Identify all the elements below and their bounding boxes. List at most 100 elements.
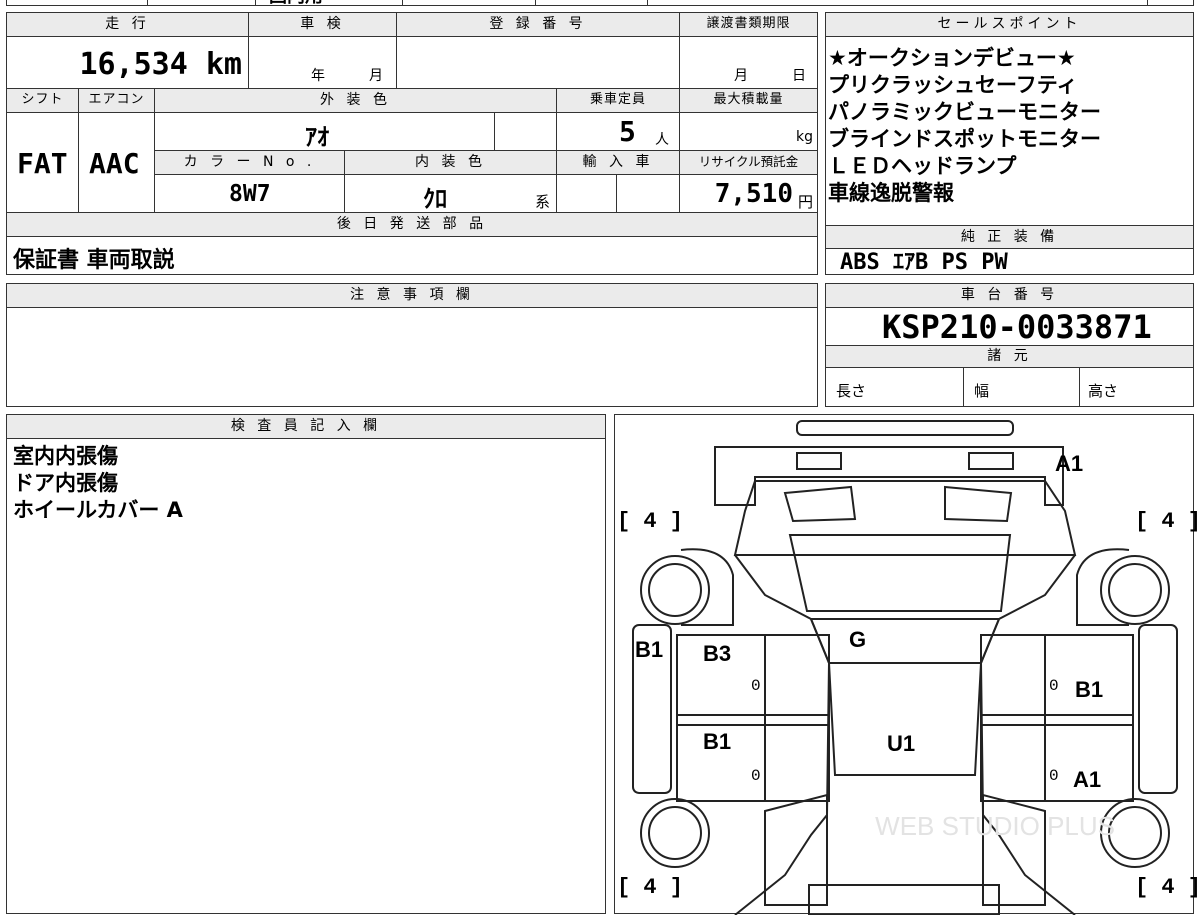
mileage-value: 16,534 km xyxy=(79,47,242,82)
mileage-header: 走 行 xyxy=(7,13,249,37)
door-zero-left-rear: 0 xyxy=(751,767,761,785)
spec-width-label: 幅 xyxy=(974,382,990,400)
sales-point-item: プリクラッシュセーフティ xyxy=(828,73,1078,97)
mileage-value-cell: 16,534 km xyxy=(7,37,249,89)
recycle-amount: 7,510 xyxy=(714,179,793,209)
inspector-notes-list: 室内内張傷 ドア内張傷 ホイールカバー A xyxy=(13,443,183,524)
import-value-cell-a xyxy=(557,175,617,213)
tire-front-left-value: 4 xyxy=(643,509,657,534)
chassis-panel: 車 台 番 号 KSP210-0033871 諸 元 長さ 幅 高さ xyxy=(825,283,1194,407)
recycle-header: リサイクル預託金 xyxy=(680,151,817,175)
max-load-header: 最大積載量 xyxy=(680,89,817,113)
import-header: 輸 入 車 xyxy=(557,151,680,175)
sales-point-item: パノラミックビューモニター xyxy=(828,100,1101,124)
standard-equipment-value: ABS ｴｱB PS PW xyxy=(840,250,1008,275)
exterior-color-header: 外 装 色 xyxy=(155,89,557,113)
registration-value-cell xyxy=(397,37,680,89)
code-roof: U1 xyxy=(887,731,916,756)
transfer-deadline-header: 譲渡書類期限 xyxy=(680,13,817,37)
spec-width-cell: 幅 xyxy=(964,368,1080,406)
sales-point-item: 車線逸脱警報 xyxy=(828,181,954,205)
aircon-header: エアコン xyxy=(79,89,155,113)
chassis-no-value-cell: KSP210-0033871 xyxy=(826,308,1193,346)
car-outline-diagram: WEB STUDIO PLUS xyxy=(632,420,1178,915)
code-right-rear-door: A1 xyxy=(1073,767,1102,792)
door-zero-right-front: 0 xyxy=(1049,677,1059,695)
tire-front-right-value: 4 xyxy=(1161,509,1175,534)
spec-height-label: 高さ xyxy=(1088,382,1119,400)
vehicle-diagram-panel: WEB STUDIO PLUS A1 G U1 B1 B3 B1 B1 A1 0… xyxy=(614,414,1200,915)
chassis-no-value: KSP210-0033871 xyxy=(882,308,1152,346)
door-zero-left-front: 0 xyxy=(751,677,761,695)
capacity-unit: 人 xyxy=(655,132,669,148)
deadline-day-unit: 日 xyxy=(792,68,806,84)
deadline-value-cell: 月 日 xyxy=(680,37,817,89)
sales-point-item: ブラインドスポットモニター xyxy=(828,127,1101,151)
interior-color-value-cell: ｸﾛ 系 xyxy=(345,175,557,213)
inspection-year-unit: 年 xyxy=(311,68,325,84)
tire-rear-right-value: 4 xyxy=(1161,875,1175,900)
deadline-month-unit: 月 xyxy=(734,68,748,84)
shift-value: FAT xyxy=(17,147,68,180)
inspector-header: 検 査 員 記 入 欄 xyxy=(7,415,605,439)
tire-rear-right: [ 4 ] xyxy=(1135,875,1200,900)
shift-value-cell: FAT xyxy=(7,113,79,213)
exterior-color-value-cell: ｱｵ xyxy=(155,113,495,151)
code-left-front-door: B3 xyxy=(703,641,732,666)
exterior-color-value: ｱｵ xyxy=(305,123,329,151)
door-zero-right-rear: 0 xyxy=(1049,767,1059,785)
spec-length-label: 長さ xyxy=(836,382,867,400)
code-right-front-door: B1 xyxy=(1075,677,1104,702)
interior-color-value: ｸﾛ xyxy=(423,185,447,213)
color-no-value: 8W7 xyxy=(229,181,271,207)
exterior-color-extra-cell xyxy=(495,113,557,151)
tire-front-left: [ 4 ] xyxy=(617,509,684,534)
color-no-header: カ ラ ー N o . xyxy=(155,151,345,175)
recycle-value-cell: 7,510 円 xyxy=(680,175,817,213)
inspector-note: ドア内張傷 xyxy=(13,471,118,495)
vehicle-info-table: 走 行 車 検 登 録 番 号 譲渡書類期限 16,534 km 年 月 月 日… xyxy=(6,12,818,275)
later-parts-header: 後 日 発 送 部 品 xyxy=(7,213,817,237)
inspection-header: 車 検 xyxy=(249,13,397,37)
color-no-value-cell: 8W7 xyxy=(155,175,345,213)
spec-length-cell: 長さ xyxy=(826,368,964,406)
specs-header: 諸 元 xyxy=(826,346,1193,368)
interior-color-header: 内 装 色 xyxy=(345,151,557,175)
chassis-no-header: 車 台 番 号 xyxy=(826,284,1193,308)
inspector-panel: 検 査 員 記 入 欄 室内内張傷 ドア内張傷 ホイールカバー A xyxy=(6,414,606,914)
sales-points-header: セールスポイント xyxy=(826,13,1193,37)
inspector-note: ホイールカバー A xyxy=(13,498,183,522)
aircon-value: AAC xyxy=(89,147,140,180)
notes-panel: 注 意 事 項 欄 xyxy=(6,283,818,407)
code-front-bumper: A1 xyxy=(1055,451,1084,476)
top-partial-text: 国内用 xyxy=(269,0,323,8)
sales-point-item: ★オークションデビュー★ xyxy=(828,46,1076,70)
tire-front-right: [ 4 ] xyxy=(1135,509,1200,534)
recycle-unit: 円 xyxy=(797,193,813,211)
max-load-value-cell: kg xyxy=(680,113,817,151)
load-unit: kg xyxy=(796,129,813,145)
sales-points-list: ★オークションデビュー★ プリクラッシュセーフティ パノラミックビューモニター … xyxy=(828,45,1101,207)
spec-height-cell: 高さ xyxy=(1080,368,1193,406)
inspection-value-cell: 年 月 xyxy=(249,37,397,89)
capacity-header: 乗車定員 xyxy=(557,89,680,113)
code-left-fender: B1 xyxy=(635,637,664,662)
shift-header: シフト xyxy=(7,89,79,113)
later-parts-value-cell: 保証書 車両取説 xyxy=(7,237,817,274)
notes-header: 注 意 事 項 欄 xyxy=(7,284,817,308)
capacity-value: 5 xyxy=(619,115,636,148)
sales-point-item: ＬＥＤヘッドランプ xyxy=(828,154,1017,178)
tire-rear-left-value: 4 xyxy=(643,875,657,900)
later-parts-value: 保証書 車両取説 xyxy=(13,248,175,273)
inspection-month-unit: 月 xyxy=(369,68,383,84)
code-windshield: G xyxy=(849,627,867,652)
registration-header: 登 録 番 号 xyxy=(397,13,680,37)
import-value-cell-b xyxy=(617,175,680,213)
code-left-rear-door: B1 xyxy=(703,729,732,754)
inspector-note: 室内内張傷 xyxy=(13,444,118,468)
watermark-text: WEB STUDIO PLUS xyxy=(875,811,1115,841)
sales-points-panel: セールスポイント ★オークションデビュー★ プリクラッシュセーフティ パノラミッ… xyxy=(825,12,1194,275)
aircon-value-cell: AAC xyxy=(79,113,155,213)
top-strip: 国内用 xyxy=(6,0,1194,8)
interior-color-suffix: 系 xyxy=(535,193,551,211)
